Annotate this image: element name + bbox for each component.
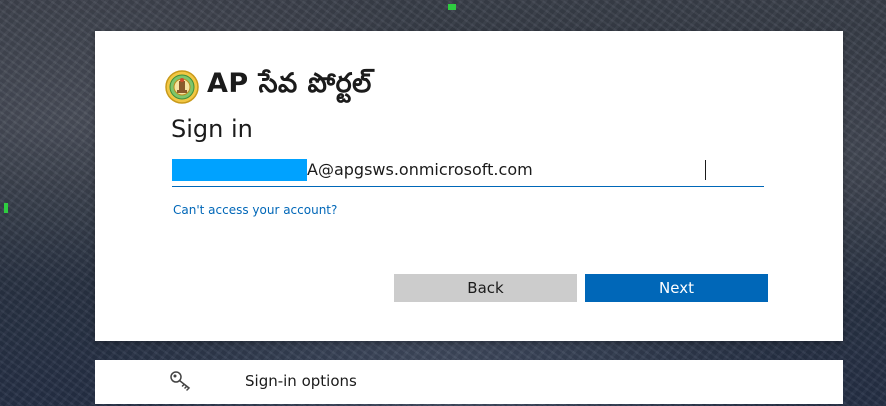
brand-name: AP సేవ పోర్టల్ [207,68,372,99]
email-field[interactable] [307,158,747,182]
page-title: Sign in [171,115,253,143]
next-button[interactable]: Next [585,274,768,302]
signin-options-button[interactable]: Sign-in options [95,360,843,404]
key-icon [170,371,191,391]
email-field-wrapper [172,156,764,187]
email-redaction-block [172,159,307,181]
signin-options-label: Sign-in options [245,372,357,390]
text-caret [705,160,706,180]
green-marker-top [448,4,456,10]
back-button[interactable]: Back [394,274,577,302]
cant-access-account-link[interactable]: Can't access your account? [173,203,337,217]
brand-logo-row: AP సేవ పోర్టల్ [165,68,372,105]
signin-card: AP సేవ పోర్టల్ Sign in Can't access your… [95,31,843,341]
ap-emblem-icon [165,70,199,104]
green-marker-left [4,203,8,213]
